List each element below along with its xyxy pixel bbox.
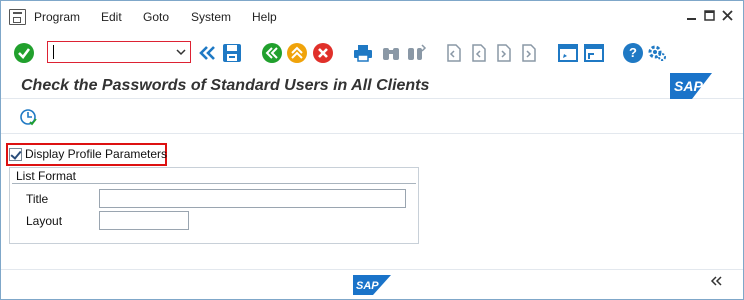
minimize-icon[interactable] <box>685 9 698 22</box>
list-format-group: List Format Title Layout <box>9 167 419 244</box>
layout-label: Layout <box>26 214 63 228</box>
execute-clock-icon[interactable] <box>18 107 38 127</box>
next-page-icon[interactable] <box>492 42 514 64</box>
menu-help[interactable]: Help <box>252 10 277 24</box>
back-icon[interactable] <box>261 42 283 64</box>
customize-layout-icon[interactable] <box>646 42 668 64</box>
sap-window: Program Edit Goto System Help ? Check th… <box>0 0 744 300</box>
selection-screen: Display Profile Parameters List Format T… <box>1 135 743 269</box>
sap-logo-text: SAP <box>674 78 703 94</box>
menu-goto[interactable]: Goto <box>143 10 169 24</box>
create-shortcut-icon[interactable] <box>583 42 605 64</box>
find-icon[interactable] <box>380 42 402 64</box>
chevron-down-icon[interactable] <box>175 45 187 59</box>
footer-sap-logo: SAP <box>353 275 391 295</box>
print-icon[interactable] <box>352 42 374 64</box>
menu-edit[interactable]: Edit <box>101 10 122 24</box>
menu-program[interactable]: Program <box>34 10 80 24</box>
restore-icon[interactable] <box>703 9 716 22</box>
title-field[interactable] <box>99 189 406 208</box>
command-input[interactable] <box>50 43 172 61</box>
checkbox-label: Display Profile Parameters <box>25 147 168 161</box>
exit-icon[interactable] <box>286 42 308 64</box>
double-chevron-left-icon[interactable] <box>709 274 725 291</box>
title-bar: Check the Passwords of Standard Users in… <box>1 73 743 99</box>
status-bar: SAP <box>1 269 743 299</box>
menu-bar: Program Edit Goto System Help <box>1 1 743 34</box>
system-menu-icon[interactable] <box>9 9 26 25</box>
enter-icon[interactable] <box>13 42 35 64</box>
system-toolbar: ? <box>1 35 743 73</box>
cancel-icon[interactable] <box>312 42 334 64</box>
sap-logo: SAP <box>670 73 712 99</box>
footer-sap-logo-text: SAP <box>356 280 379 292</box>
find-next-icon[interactable] <box>405 42 427 64</box>
close-icon[interactable] <box>721 9 734 22</box>
back-all-icon[interactable] <box>197 42 219 64</box>
help-icon[interactable]: ? <box>622 42 644 64</box>
display-profile-parameters-checkbox[interactable] <box>9 148 22 161</box>
last-page-icon[interactable] <box>517 42 539 64</box>
layout-field[interactable] <box>99 211 189 230</box>
create-session-icon[interactable] <box>557 42 579 64</box>
title-label: Title <box>26 192 49 206</box>
first-page-icon[interactable] <box>442 42 464 64</box>
group-title: List Format <box>16 169 77 183</box>
command-field[interactable] <box>47 41 191 63</box>
previous-page-icon[interactable] <box>467 42 489 64</box>
save-icon[interactable] <box>221 42 243 64</box>
group-divider <box>12 183 416 184</box>
menu-system[interactable]: System <box>191 10 231 24</box>
application-toolbar <box>1 100 743 134</box>
page-title: Check the Passwords of Standard Users in… <box>21 77 430 94</box>
